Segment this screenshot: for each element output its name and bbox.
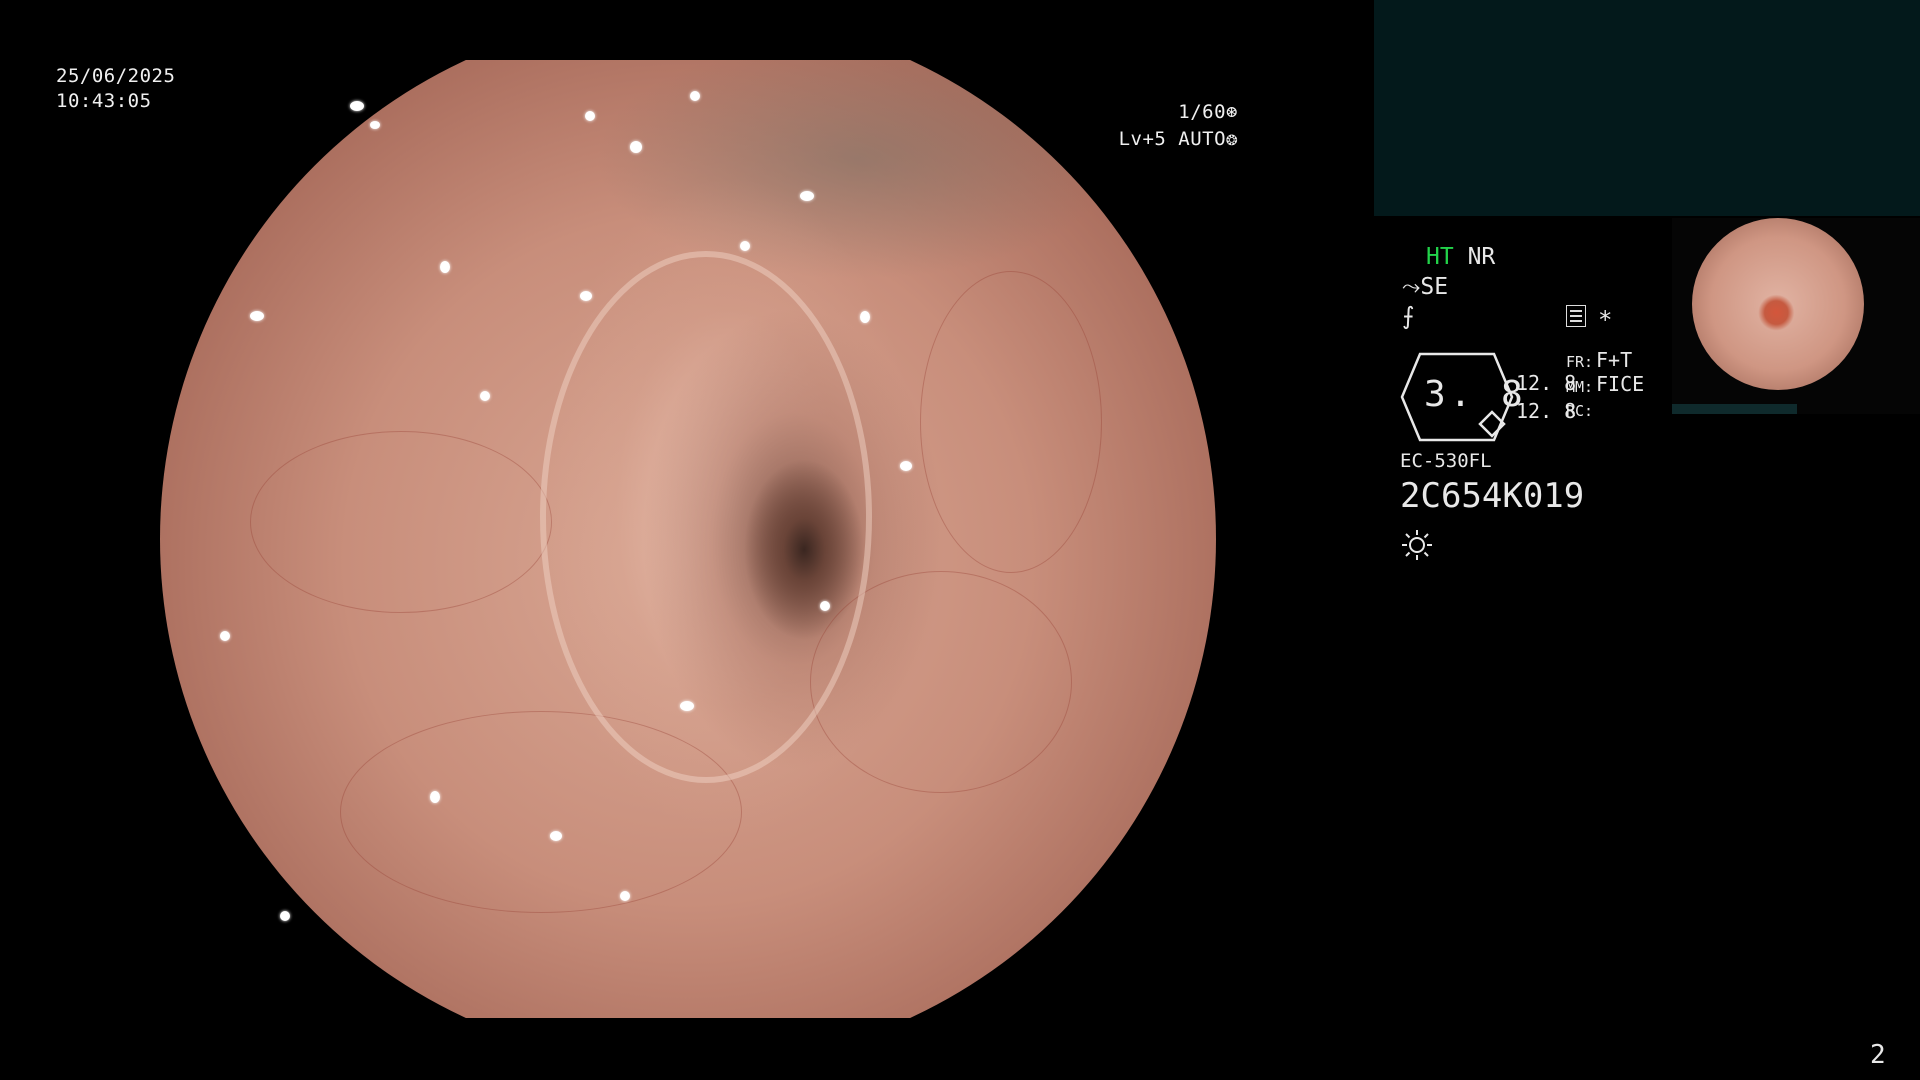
aperture-icon: ⊛ — [1226, 101, 1238, 123]
shutter-speed: 1/60 — [1178, 101, 1227, 123]
capture-thumbnail[interactable] — [1672, 218, 1920, 414]
thumbnail-strip — [1672, 404, 1797, 414]
mm-value: FICE — [1596, 372, 1645, 396]
scope-angle-icon: ⤳ — [1402, 274, 1421, 300]
se-label: SE — [1420, 274, 1449, 300]
fr-label: FR: — [1566, 353, 1594, 371]
iris-icon: ❂ — [1226, 128, 1238, 150]
star-marker: * — [1598, 306, 1613, 334]
zoom-value: 3. 8 — [1424, 374, 1527, 415]
page-number: 2 — [1870, 1040, 1886, 1070]
secondary-display-panel — [1374, 0, 1920, 216]
scope-serial: 2C654K019 — [1400, 476, 1585, 516]
thumbnail-image — [1692, 218, 1864, 390]
nr-label: NR — [1467, 244, 1496, 270]
exposure-mode-text: AUTO — [1178, 128, 1227, 150]
cut-mode-icon: ⨍ — [1402, 302, 1415, 330]
light-source-icon — [1402, 530, 1432, 560]
se-status: ⤳SE — [1402, 274, 1448, 300]
datetime-display: 25/06/2025 10:43:05 — [56, 64, 175, 114]
fr-value: F+T — [1596, 348, 1633, 372]
endoscopy-main-view — [160, 60, 1216, 1018]
enhancement-status: HT NR — [1426, 244, 1495, 270]
level-text: Lv+5 — [1118, 128, 1167, 150]
menu-list-icon — [1566, 305, 1586, 327]
exposure-readout: 1/60⊛ Lv+5 AUTO❂ — [1119, 99, 1238, 153]
mm-label: MM: — [1566, 378, 1594, 396]
scope-model: EC-530FL — [1400, 450, 1492, 472]
date-text: 25/06/2025 — [56, 65, 176, 87]
ht-label: HT — [1426, 244, 1454, 270]
rc-label: RC: — [1566, 402, 1594, 420]
time-text: 10:43:05 — [56, 90, 152, 112]
endoscopy-image — [160, 60, 1216, 1018]
